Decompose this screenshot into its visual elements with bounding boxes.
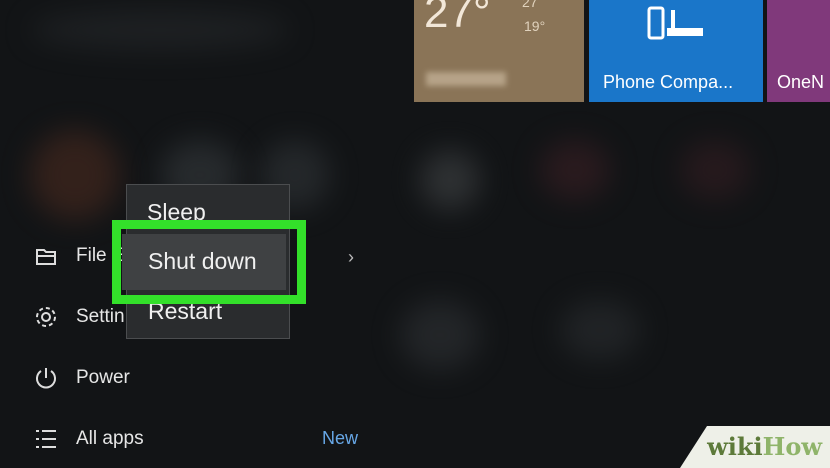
settings-icon — [34, 305, 58, 329]
onenote-tile[interactable]: OneN — [767, 0, 830, 102]
weather-temp: 27° — [424, 0, 491, 37]
settings-item[interactable]: Settin — [34, 305, 125, 329]
phone-companion-label: Phone Compa... — [603, 72, 734, 92]
wikihow-watermark: wikiHow — [680, 426, 830, 468]
background-blur — [560, 300, 640, 360]
weather-low: 19° — [524, 18, 546, 34]
background-blur — [30, 130, 120, 220]
power-label: Power — [76, 367, 130, 388]
power-item[interactable]: Power — [34, 366, 130, 390]
phone-companion-tile[interactable]: Phone Compa... — [589, 0, 763, 102]
all-apps-icon — [34, 427, 58, 451]
file-explorer-item[interactable]: File E — [34, 244, 125, 268]
background-blur — [420, 150, 480, 210]
weather-city-blurred — [426, 72, 506, 86]
file-explorer-icon — [34, 244, 58, 268]
power-icon — [34, 366, 58, 390]
settings-label: Settin — [76, 306, 125, 327]
weather-tile[interactable]: 27° 27 19° — [414, 0, 584, 102]
new-badge: New — [322, 428, 359, 448]
highlight-annotation-box — [112, 220, 306, 304]
all-apps-label: All apps — [76, 428, 144, 449]
weather-high: 27 — [522, 0, 538, 10]
all-apps-item[interactable]: All apps — [34, 427, 144, 451]
background-blur — [680, 140, 750, 200]
wikihow-logo: wikiHow — [707, 432, 822, 461]
chevron-right-icon[interactable]: › — [348, 247, 354, 268]
background-blur — [400, 300, 480, 370]
background-blur — [540, 140, 610, 200]
onenote-label: OneN — [777, 72, 825, 92]
phone-companion-icon — [647, 6, 707, 47]
background-blur — [30, 10, 290, 50]
